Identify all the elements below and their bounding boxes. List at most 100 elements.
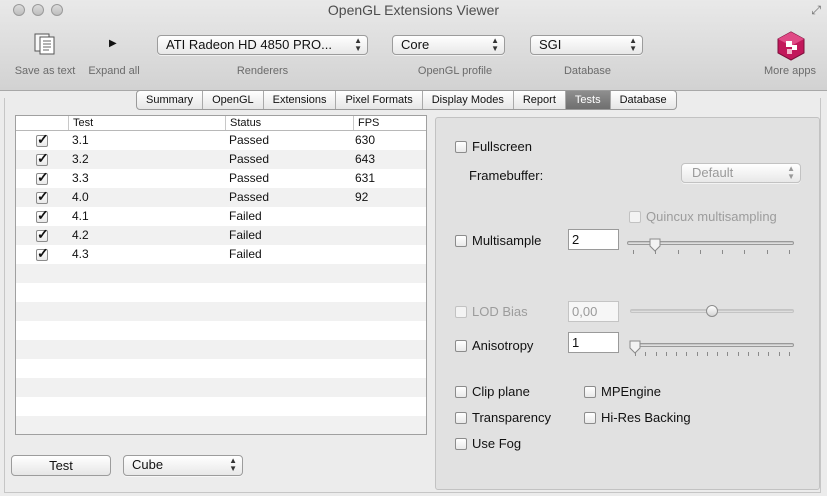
save-as-text-label: Save as text bbox=[14, 65, 76, 77]
multisample-ticks bbox=[633, 250, 790, 254]
multisample-option[interactable]: Multisample bbox=[455, 233, 541, 248]
tab-database[interactable]: Database bbox=[611, 91, 676, 109]
updown-arrows-icon: ▲ ▼ bbox=[787, 164, 795, 181]
row-checkbox[interactable]: ✓ bbox=[36, 245, 49, 261]
hires-backing-option[interactable]: Hi-Res Backing bbox=[584, 410, 691, 425]
cell-fps: 630 bbox=[355, 133, 376, 147]
table-row bbox=[16, 397, 426, 416]
cell-test: 3.1 bbox=[72, 133, 89, 147]
database-select-value: SGI bbox=[539, 37, 562, 52]
tab-opengl[interactable]: OpenGL bbox=[203, 91, 264, 109]
table-row bbox=[16, 302, 426, 321]
cell-test: 4.1 bbox=[72, 209, 89, 223]
framebuffer-select-value: Default bbox=[692, 165, 734, 180]
row-checkbox[interactable]: ✓ bbox=[36, 226, 49, 242]
cell-status: Passed bbox=[229, 171, 270, 185]
use-fog-checkbox[interactable] bbox=[455, 437, 467, 450]
table-row bbox=[16, 378, 426, 397]
checkmark-icon: ✓ bbox=[37, 130, 49, 147]
fullscreen-toggle-icon[interactable]: ⤢ bbox=[811, 3, 821, 18]
anisotropy-input[interactable]: 1 bbox=[568, 332, 619, 353]
tab-display-modes[interactable]: Display Modes bbox=[423, 91, 514, 109]
anisotropy-option[interactable]: Anisotropy bbox=[455, 338, 533, 353]
expand-all-button[interactable]: ▶ bbox=[109, 38, 117, 49]
row-checkbox-cell: ✓ bbox=[36, 188, 49, 207]
slider-tick bbox=[748, 352, 749, 356]
tab-report[interactable]: Report bbox=[514, 91, 566, 109]
row-checkbox[interactable]: ✓ bbox=[36, 188, 49, 204]
cell-test: 3.3 bbox=[72, 171, 89, 185]
slider-tick bbox=[655, 250, 656, 254]
row-checkbox-cell: ✓ bbox=[36, 245, 49, 264]
lod-bias-input[interactable]: 0,00 bbox=[568, 301, 619, 322]
clip-plane-checkbox[interactable] bbox=[455, 385, 467, 398]
quincux-option[interactable]: Quincux multisampling bbox=[629, 209, 777, 224]
slider-tick bbox=[645, 352, 646, 356]
tab-tests[interactable]: Tests bbox=[565, 91, 611, 109]
renderer-select[interactable]: ATI Radeon HD 4850 PRO... ▲ ▼ bbox=[157, 35, 368, 55]
slider-tick bbox=[768, 352, 769, 356]
use-fog-option[interactable]: Use Fog bbox=[455, 436, 521, 451]
table-row[interactable]: ✓ 3.1 Passed 630 bbox=[16, 131, 426, 150]
fullscreen-checkbox[interactable] bbox=[455, 140, 467, 153]
slider-tick bbox=[744, 250, 745, 254]
table-row[interactable]: ✓ 4.0 Passed 92 bbox=[16, 188, 426, 207]
row-checkbox[interactable]: ✓ bbox=[36, 150, 49, 166]
table-row[interactable]: ✓ 4.3 Failed bbox=[16, 245, 426, 264]
lod-bias-slider-knob[interactable] bbox=[706, 305, 718, 317]
quincux-checkbox[interactable] bbox=[629, 210, 641, 223]
fullscreen-option[interactable]: Fullscreen bbox=[455, 139, 532, 154]
table-row[interactable]: ✓ 3.2 Passed 643 bbox=[16, 150, 426, 169]
table-row[interactable]: ✓ 3.3 Passed 631 bbox=[16, 169, 426, 188]
row-checkbox[interactable]: ✓ bbox=[36, 169, 49, 185]
transparency-option[interactable]: Transparency bbox=[455, 410, 551, 425]
multisample-checkbox[interactable] bbox=[455, 234, 467, 247]
test-button[interactable]: Test bbox=[11, 455, 111, 476]
lod-bias-checkbox[interactable] bbox=[455, 305, 467, 318]
framebuffer-select[interactable]: Default ▲ ▼ bbox=[681, 163, 801, 183]
row-checkbox[interactable]: ✓ bbox=[36, 131, 49, 147]
cell-status: Failed bbox=[229, 247, 262, 261]
column-header-fps[interactable]: FPS bbox=[353, 116, 426, 130]
tab-extensions[interactable]: Extensions bbox=[264, 91, 337, 109]
row-checkbox-cell: ✓ bbox=[36, 131, 49, 150]
cell-status: Failed bbox=[229, 228, 262, 242]
database-select[interactable]: SGI ▲ ▼ bbox=[530, 35, 643, 55]
table-row[interactable]: ✓ 4.1 Failed bbox=[16, 207, 426, 226]
transparency-checkbox[interactable] bbox=[455, 411, 467, 424]
checkmark-icon: ✓ bbox=[37, 168, 49, 185]
mpengine-label: MPEngine bbox=[601, 384, 661, 399]
checkmark-icon: ✓ bbox=[37, 225, 49, 242]
profile-select[interactable]: Core ▲ ▼ bbox=[392, 35, 505, 55]
table-row[interactable]: ✓ 4.2 Failed bbox=[16, 226, 426, 245]
database-label: Database bbox=[563, 65, 612, 77]
anisotropy-slider[interactable] bbox=[630, 343, 794, 347]
column-header-status[interactable]: Status bbox=[225, 116, 353, 130]
row-checkbox[interactable]: ✓ bbox=[36, 207, 49, 223]
more-apps-button[interactable] bbox=[775, 30, 807, 65]
save-as-text-button[interactable] bbox=[33, 33, 57, 58]
mpengine-checkbox[interactable] bbox=[584, 385, 596, 398]
document-save-icon bbox=[34, 33, 55, 55]
anisotropy-checkbox[interactable] bbox=[455, 339, 467, 352]
tab-summary[interactable]: Summary bbox=[137, 91, 204, 109]
tab-pixel-formats[interactable]: Pixel Formats bbox=[336, 91, 423, 109]
slider-tick bbox=[666, 352, 667, 356]
shape-select[interactable]: Cube ▲ ▼ bbox=[123, 455, 243, 476]
cell-fps: 643 bbox=[355, 152, 376, 166]
clip-plane-option[interactable]: Clip plane bbox=[455, 384, 530, 399]
row-checkbox-cell: ✓ bbox=[36, 226, 49, 245]
hires-backing-checkbox[interactable] bbox=[584, 411, 596, 424]
column-header-test[interactable]: Test bbox=[68, 116, 225, 130]
lod-bias-option[interactable]: LOD Bias bbox=[455, 304, 528, 319]
cell-status: Passed bbox=[229, 133, 270, 147]
framebuffer-label: Framebuffer: bbox=[469, 168, 544, 183]
row-checkbox-cell: ✓ bbox=[36, 150, 49, 169]
slider-tick bbox=[789, 352, 790, 356]
slider-tick bbox=[738, 352, 739, 356]
slider-tick bbox=[722, 250, 723, 254]
multisample-input[interactable]: 2 bbox=[568, 229, 619, 250]
updown-arrows-icon: ▲ ▼ bbox=[629, 36, 637, 53]
mpengine-option[interactable]: MPEngine bbox=[584, 384, 661, 399]
slider-tick bbox=[635, 352, 636, 356]
